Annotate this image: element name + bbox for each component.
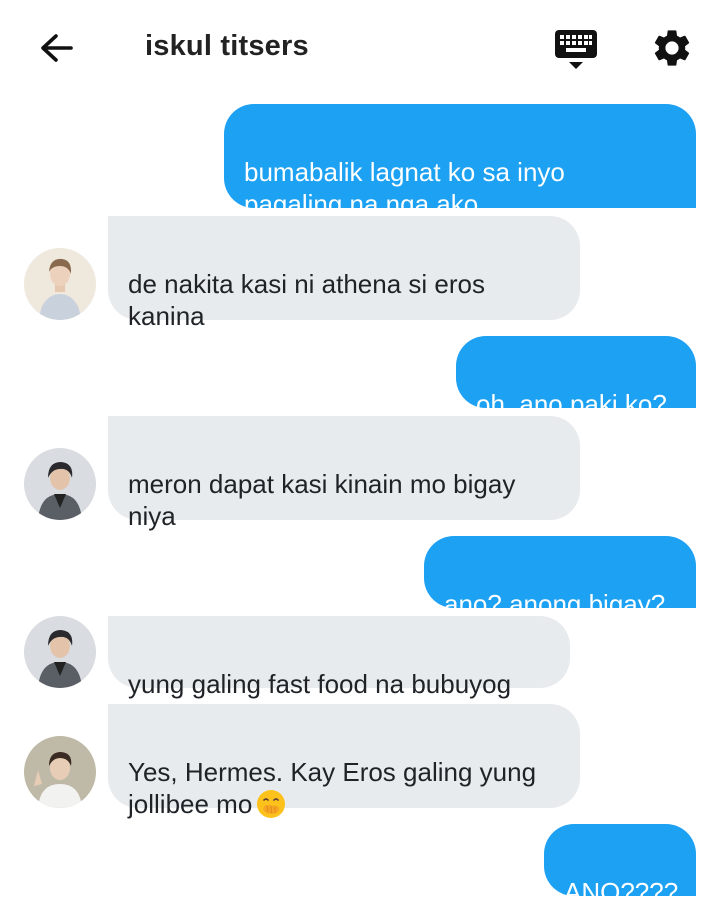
incoming-message-bubble[interactable]: yung galing fast food na bubuyog [108,616,570,699]
avatar-1-image [24,248,96,320]
avatar-3-image [24,736,96,808]
message-text: de nakita kasi ni athena si eros kanina [128,269,485,331]
message-text: bumabalik lagnat ko sa inyo pagaling na … [244,157,565,219]
chat-header: iskul titsers [0,0,720,96]
avatar[interactable] [24,448,96,520]
settings-button[interactable] [650,26,694,70]
message-text: Yes, Hermes. Kay Eros galing yung jollib… [128,757,537,819]
arrow-left-icon [41,34,73,62]
avatar-2-image [24,616,96,688]
incoming-message-bubble[interactable]: Yes, Hermes. Kay Eros galing yung jollib… [108,704,580,819]
message-text: oh, ano paki ko? [476,389,667,419]
message-text: yung galing fast food na bubuyog [128,669,512,699]
incoming-message-bubble[interactable]: de nakita kasi ni athena si eros kanina [108,216,580,331]
message-text: ano? anong bigay? [444,589,666,619]
outgoing-message-bubble[interactable]: ano? anong bigay? [424,536,696,619]
avatar[interactable] [24,616,96,688]
outgoing-message-bubble[interactable]: bumabalik lagnat ko sa inyo pagaling na … [224,104,696,219]
face-with-hand-over-mouth-emoji-icon [257,790,286,818]
incoming-message-bubble[interactable]: meron dapat kasi kinain mo bigay niya [108,416,580,531]
keyboard-button[interactable] [553,28,599,72]
avatar-2-image [24,448,96,520]
back-button[interactable] [34,28,78,68]
chat-title: iskul titsers [145,30,309,62]
outgoing-message-bubble[interactable]: oh, ano paki ko? [456,336,696,419]
outgoing-message-bubble[interactable]: ANO???? [544,824,696,907]
gear-icon [654,30,690,66]
message-text: meron dapat kasi kinain mo bigay niya [128,469,516,531]
keyboard-icon [555,30,597,69]
avatar[interactable] [24,736,96,808]
avatar[interactable] [24,248,96,320]
